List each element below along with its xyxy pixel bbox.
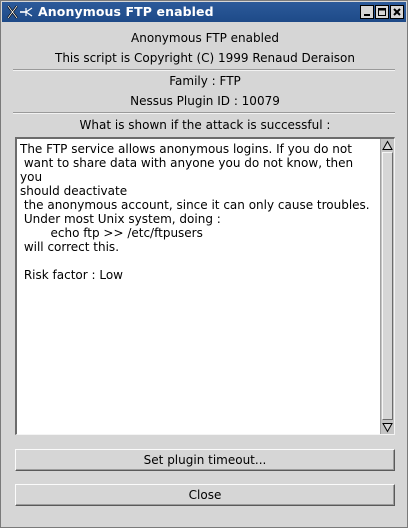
plugin-id: Nessus Plugin ID : 10079 bbox=[130, 94, 280, 108]
title-bar[interactable]: Anonymous FTP enabled bbox=[2, 2, 406, 22]
section-label: What is shown if the attack is successfu… bbox=[79, 118, 331, 132]
close-icon[interactable] bbox=[390, 5, 404, 19]
minimize-icon[interactable] bbox=[360, 5, 374, 19]
window-title: Anonymous FTP enabled bbox=[38, 4, 214, 19]
scroll-up-arrow-icon[interactable] bbox=[382, 140, 393, 151]
separator bbox=[13, 69, 395, 71]
maximize-icon[interactable] bbox=[375, 5, 389, 19]
scrollbar-thumb[interactable] bbox=[382, 152, 393, 420]
x-app-icon[interactable] bbox=[6, 4, 34, 20]
copyright-text: This script is Copyright (C) 1999 Renaud… bbox=[55, 51, 355, 65]
scroll-down-arrow-icon[interactable] bbox=[382, 422, 393, 433]
plugin-info-window: Anonymous FTP enabled Anonymous FTP enab… bbox=[0, 0, 408, 528]
plugin-family: Family : FTP bbox=[169, 74, 241, 88]
report-textarea[interactable]: The FTP service allows anonymous logins.… bbox=[15, 137, 395, 435]
set-plugin-timeout-button[interactable]: Set plugin timeout... bbox=[15, 449, 395, 471]
plugin-name: Anonymous FTP enabled bbox=[131, 31, 279, 45]
separator bbox=[13, 112, 395, 114]
report-text[interactable]: The FTP service allows anonymous logins.… bbox=[20, 142, 376, 432]
close-button[interactable]: Close bbox=[15, 484, 395, 506]
vertical-scrollbar[interactable] bbox=[380, 139, 394, 434]
